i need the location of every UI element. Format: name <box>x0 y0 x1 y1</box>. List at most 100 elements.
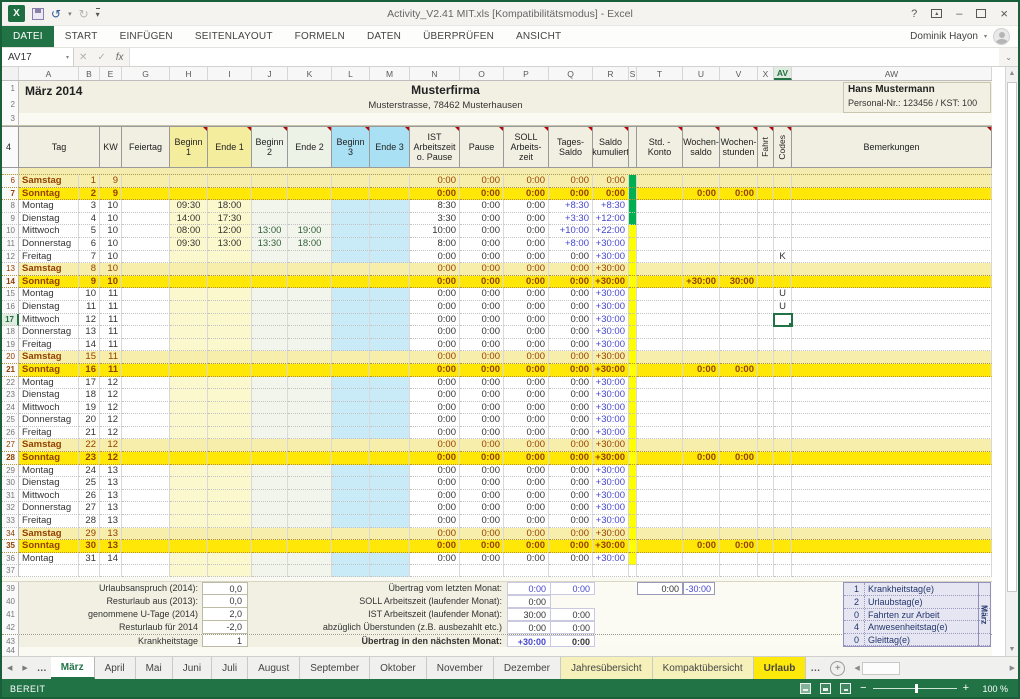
column-header-Q[interactable]: Q <box>549 67 593 80</box>
cell-wochenstunden[interactable] <box>720 515 758 528</box>
cell-tagessaldo[interactable]: 0:00 <box>549 540 593 553</box>
summary-value-q[interactable]: 0:00 <box>551 608 595 621</box>
cell-codes[interactable] <box>774 225 792 238</box>
cell-time[interactable] <box>170 452 208 465</box>
cell-ist[interactable]: 0:00 <box>410 364 460 377</box>
cell-fahrt[interactable] <box>758 414 774 427</box>
summary-left-value[interactable]: 0,0 <box>202 582 248 595</box>
cell-feiertag[interactable] <box>122 263 170 276</box>
row-header-41[interactable]: 41 <box>2 608 19 621</box>
cell-codes[interactable]: K <box>774 251 792 264</box>
cell-feiertag[interactable] <box>122 528 170 541</box>
cell-fahrt[interactable] <box>758 301 774 314</box>
cell-time[interactable] <box>170 326 208 339</box>
cell-ist[interactable]: 3:30 <box>410 213 460 226</box>
column-header-O[interactable]: O <box>460 67 504 80</box>
cell-stdkonto[interactable] <box>637 465 683 478</box>
cell-wochensaldo[interactable] <box>683 225 720 238</box>
cell-wochenstunden[interactable] <box>720 200 758 213</box>
cell-kw[interactable]: 10 <box>100 238 122 251</box>
cell-feiertag[interactable] <box>122 502 170 515</box>
cell-ist[interactable]: 0:00 <box>410 326 460 339</box>
cell-time[interactable] <box>170 515 208 528</box>
cell-soll[interactable]: 0:00 <box>504 175 549 188</box>
cell[interactable] <box>370 565 410 577</box>
cell-pause[interactable]: 0:00 <box>460 276 504 289</box>
cell-feiertag[interactable] <box>122 188 170 201</box>
cell-time[interactable] <box>370 452 410 465</box>
row-header-43[interactable]: 43 <box>2 635 19 647</box>
cell-bemerkungen[interactable] <box>792 263 992 276</box>
cell-time[interactable]: 18:00 <box>288 238 332 251</box>
cell-fahrt[interactable] <box>758 238 774 251</box>
cell-time[interactable] <box>252 502 288 515</box>
expand-formula-bar-icon[interactable]: ⌄ <box>999 48 1018 66</box>
cell-ist[interactable]: 8:30 <box>410 200 460 213</box>
cell[interactable] <box>170 565 208 577</box>
cell-fahrt[interactable] <box>758 528 774 541</box>
cell-day-number[interactable]: 10 <box>79 288 100 301</box>
hscroll-right-icon[interactable]: ▶ <box>1010 664 1015 672</box>
cell-fahrt[interactable] <box>758 452 774 465</box>
cell-stdkonto[interactable] <box>637 389 683 402</box>
header-bemerkungen[interactable]: Bemerkungen <box>792 127 992 167</box>
cell-saldo-kumuliert[interactable]: 0:00 <box>593 188 629 201</box>
row-header-15[interactable]: 15 <box>2 288 19 301</box>
cell-ist[interactable]: 0:00 <box>410 439 460 452</box>
cell-saldo-kumuliert[interactable]: +30:00 <box>593 251 629 264</box>
row-header-39[interactable]: 39 <box>2 582 19 595</box>
row-header-12[interactable]: 12 <box>2 251 19 264</box>
cell-day-name[interactable]: Montag <box>19 288 79 301</box>
cell-time[interactable] <box>208 377 252 390</box>
cell-day-name[interactable]: Dienstag <box>19 389 79 402</box>
cell-stdkonto[interactable] <box>637 200 683 213</box>
cell-time[interactable] <box>288 288 332 301</box>
cell-time[interactable] <box>252 377 288 390</box>
cell-time[interactable] <box>288 439 332 452</box>
cell-pause[interactable]: 0:00 <box>460 213 504 226</box>
cell-wochensaldo[interactable] <box>683 326 720 339</box>
save-icon[interactable] <box>32 8 44 20</box>
cell-bemerkungen[interactable] <box>792 326 992 339</box>
cell-ist[interactable]: 0:00 <box>410 553 460 566</box>
cell-ist[interactable]: 0:00 <box>410 314 460 327</box>
cell-pause[interactable]: 0:00 <box>460 351 504 364</box>
cell-time[interactable] <box>288 553 332 566</box>
cell-day-name[interactable]: Freitag <box>19 515 79 528</box>
cell-pause[interactable]: 0:00 <box>460 326 504 339</box>
cell-feiertag[interactable] <box>122 314 170 327</box>
summary-left-value[interactable]: 2,0 <box>202 608 248 621</box>
cell-wochensaldo[interactable] <box>683 213 720 226</box>
cell-tagessaldo[interactable]: +10:00 <box>549 225 593 238</box>
cell-wochensaldo[interactable] <box>683 427 720 440</box>
cell-kw[interactable]: 9 <box>100 175 122 188</box>
cell-pause[interactable]: 0:00 <box>460 225 504 238</box>
cell-feiertag[interactable] <box>122 389 170 402</box>
active-cell[interactable] <box>774 314 792 327</box>
column-header-P[interactable]: P <box>504 67 549 80</box>
cell-wochensaldo[interactable] <box>683 553 720 566</box>
cell-bemerkungen[interactable] <box>792 528 992 541</box>
column-header-G[interactable]: G <box>122 67 170 80</box>
cell-time[interactable] <box>252 213 288 226</box>
cell-wochensaldo[interactable] <box>683 251 720 264</box>
cell-ist[interactable]: 0:00 <box>410 276 460 289</box>
cell-codes[interactable] <box>774 490 792 503</box>
cell-time[interactable] <box>332 288 370 301</box>
cell-codes[interactable] <box>774 326 792 339</box>
cell-bemerkungen[interactable] <box>792 502 992 515</box>
cell-ist[interactable]: 0:00 <box>410 490 460 503</box>
cell-codes[interactable] <box>774 540 792 553</box>
tab-scroll-left-icon[interactable]: ◀ <box>2 657 17 679</box>
sheet-tab-urlaub[interactable]: Urlaub <box>754 657 807 679</box>
cell-time[interactable] <box>170 414 208 427</box>
row-header-19[interactable]: 19 <box>2 339 19 352</box>
tab-overflow-right[interactable]: … <box>806 657 824 679</box>
cell-time[interactable] <box>170 175 208 188</box>
cell-codes[interactable] <box>774 263 792 276</box>
cell-kw[interactable]: 10 <box>100 200 122 213</box>
cell-day-name[interactable]: Mittwoch <box>19 402 79 415</box>
cell-wochensaldo[interactable] <box>683 502 720 515</box>
cell-time[interactable] <box>208 314 252 327</box>
cell-time[interactable] <box>252 301 288 314</box>
